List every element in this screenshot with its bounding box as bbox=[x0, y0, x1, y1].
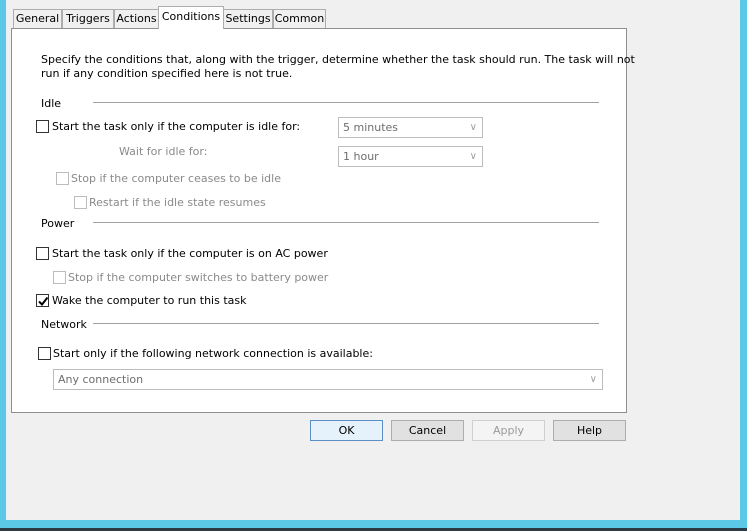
window-frame-right bbox=[740, 0, 747, 531]
stop-if-ceases-label[interactable]: Stop if the computer ceases to be idle bbox=[71, 172, 281, 185]
idle-duration-select[interactable]: 5 minutes ∨ bbox=[338, 117, 483, 138]
battery-stop-checkbox[interactable] bbox=[53, 271, 66, 284]
idle-start-label[interactable]: Start the task only if the computer is i… bbox=[52, 120, 300, 133]
ok-button[interactable]: OK bbox=[310, 420, 383, 441]
ac-power-checkbox[interactable] bbox=[36, 247, 49, 260]
network-checkbox[interactable] bbox=[38, 347, 51, 360]
chevron-down-icon: ∨ bbox=[589, 374, 597, 385]
idle-heading: Idle bbox=[41, 97, 62, 110]
chevron-down-icon: ∨ bbox=[469, 122, 477, 133]
apply-button[interactable]: Apply bbox=[472, 420, 545, 441]
network-label[interactable]: Start only if the following network conn… bbox=[53, 347, 373, 360]
restart-if-resumes-checkbox[interactable] bbox=[74, 196, 87, 209]
power-divider bbox=[93, 222, 599, 223]
description-line-2: run if any condition specified here is n… bbox=[41, 67, 293, 80]
idle-duration-value: 5 minutes bbox=[343, 121, 399, 134]
tab-settings[interactable]: Settings bbox=[223, 9, 273, 29]
network-connection-value: Any connection bbox=[58, 373, 144, 386]
checkmark-icon bbox=[38, 296, 49, 307]
tab-conditions[interactable]: Conditions bbox=[158, 6, 224, 29]
tab-actions[interactable]: Actions bbox=[114, 9, 159, 29]
network-heading: Network bbox=[41, 318, 87, 331]
cancel-button[interactable]: Cancel bbox=[391, 420, 464, 441]
power-heading: Power bbox=[41, 217, 75, 230]
idle-divider bbox=[93, 102, 599, 103]
network-divider bbox=[93, 323, 599, 324]
help-button[interactable]: Help bbox=[553, 420, 626, 441]
ac-power-label[interactable]: Start the task only if the computer is o… bbox=[52, 247, 328, 260]
battery-stop-label[interactable]: Stop if the computer switches to battery… bbox=[68, 271, 328, 284]
restart-if-resumes-label[interactable]: Restart if the idle state resumes bbox=[89, 196, 266, 209]
network-connection-select[interactable]: Any connection ∨ bbox=[53, 369, 603, 390]
wait-duration-select[interactable]: 1 hour ∨ bbox=[338, 146, 483, 167]
wait-idle-label: Wait for idle for: bbox=[119, 145, 208, 158]
tab-general[interactable]: General bbox=[13, 9, 62, 29]
wake-label[interactable]: Wake the computer to run this task bbox=[52, 294, 246, 307]
idle-start-checkbox[interactable] bbox=[36, 120, 49, 133]
description-line-1: Specify the conditions that, along with … bbox=[41, 53, 635, 66]
tab-common[interactable]: Common bbox=[273, 9, 326, 29]
tab-triggers[interactable]: Triggers bbox=[62, 9, 114, 29]
wait-duration-value: 1 hour bbox=[343, 150, 379, 163]
chevron-down-icon: ∨ bbox=[469, 151, 477, 162]
wake-checkbox[interactable] bbox=[36, 294, 49, 307]
stop-if-ceases-checkbox[interactable] bbox=[56, 172, 69, 185]
window-frame-left bbox=[0, 0, 6, 531]
